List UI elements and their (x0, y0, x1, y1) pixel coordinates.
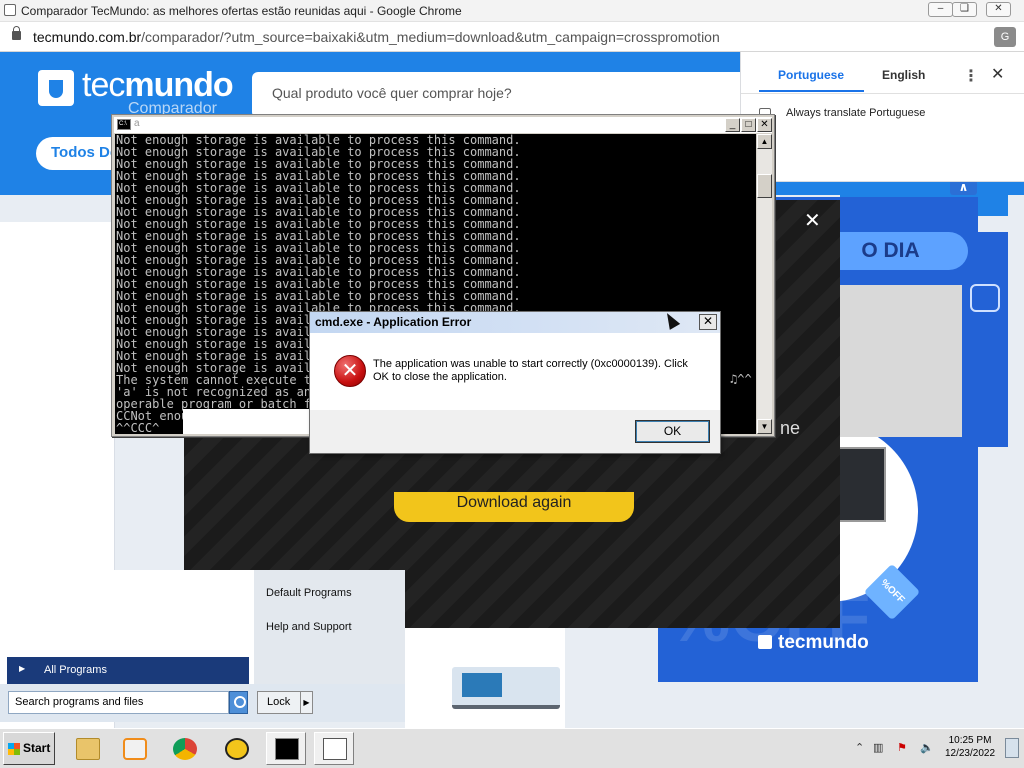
show-desktop-button[interactable] (1005, 738, 1019, 758)
media-player-icon (123, 738, 147, 760)
restore-button[interactable]: ❑ (952, 2, 977, 17)
close-window-button[interactable]: ✕ (986, 2, 1011, 17)
modal-close-icon[interactable]: ✕ (804, 208, 821, 233)
translate-close-icon[interactable]: ✕ (991, 64, 1004, 84)
browser-title-bar: Comparador TecMundo: as melhores ofertas… (0, 0, 1024, 22)
lock-icon[interactable] (12, 26, 21, 40)
dialog-body: ✕ The application was unable to start co… (310, 333, 720, 410)
scroll-thumb[interactable] (757, 174, 772, 198)
grey-placeholder (840, 285, 962, 437)
clock-time: 10:25 PM (948, 735, 992, 746)
browser-window-title: Comparador TecMundo: as melhores ofertas… (21, 4, 462, 18)
minimize-button[interactable]: – (928, 2, 953, 17)
cmd-app-icon: C:\ (117, 119, 131, 130)
translate-popup: Portuguese English ⋮ ✕ Always translate … (740, 52, 1024, 182)
translate-icon[interactable]: G (994, 27, 1016, 47)
modal-side-text: ne (780, 418, 801, 438)
cmd-close-button[interactable]: ✕ (757, 118, 772, 132)
taskbar: Start ⌃ ▥ ⚑ 🔈 10:25 PM 12/23/2022 (0, 728, 1024, 768)
chrome-app-icon (4, 4, 16, 16)
media-player-taskbar-icon[interactable] (114, 732, 154, 765)
app-taskbar-icon[interactable] (216, 732, 256, 765)
all-programs-button[interactable]: All Programs (7, 657, 249, 684)
cmd-window-title: a (134, 118, 140, 129)
cmd-scrollbar[interactable]: ▲ ▼ (757, 134, 772, 434)
product-search-box[interactable] (252, 72, 772, 118)
tecmundo-logo-icon[interactable] (38, 70, 74, 106)
action-center-icon[interactable]: ⚑ (897, 741, 907, 754)
tab-english[interactable]: English (882, 68, 925, 82)
address-bar[interactable]: tecmundo.com.br/comparador/?utm_source=b… (0, 22, 1024, 52)
start-menu-footer: Search programs and files Lock ▶ (0, 684, 405, 722)
cmd-icon (275, 738, 299, 760)
promo-brand-logo: tecmundo (758, 632, 869, 654)
cmd-minimize-button[interactable]: _ (725, 118, 740, 132)
chrome-taskbar-icon[interactable] (164, 732, 204, 765)
scroll-down-arrow[interactable]: ▼ (757, 419, 772, 434)
network-icon[interactable]: ▥ (873, 741, 883, 754)
taskbar-clock[interactable]: 10:25 PM 12/23/2022 (940, 734, 1000, 760)
lock-button-label: Lock (267, 696, 291, 708)
tab-portuguese[interactable]: Portuguese (778, 68, 844, 82)
default-programs-link[interactable]: Default Programs (266, 587, 352, 599)
cmd-maximize-button[interactable]: □ (741, 118, 756, 132)
volume-icon[interactable]: 🔈 (920, 741, 934, 754)
laptop-product-image[interactable] (452, 667, 560, 709)
url-text[interactable]: tecmundo.com.br/comparador/?utm_source=b… (33, 29, 720, 45)
search-icon[interactable] (229, 691, 248, 714)
scroll-up-arrow[interactable]: ▲ (757, 134, 772, 149)
chat-icon[interactable] (970, 284, 1000, 312)
always-translate-label: Always translate Portuguese (786, 107, 926, 119)
cmd-title-bar[interactable]: C:\ a _ □ ✕ (114, 117, 772, 133)
console-selection (183, 409, 313, 434)
dialog-close-button[interactable]: ✕ (699, 314, 717, 330)
lock-options-arrow[interactable]: ▶ (300, 692, 312, 713)
explorer-taskbar-icon[interactable] (67, 732, 107, 765)
ok-button[interactable]: OK (635, 420, 710, 443)
lock-button[interactable]: Lock ▶ (257, 691, 313, 714)
download-again-button[interactable]: Download again (394, 492, 634, 522)
start-button[interactable]: Start (3, 732, 55, 765)
translate-menu-icon[interactable]: ⋮ (963, 66, 979, 86)
error-icon: ✕ (334, 355, 366, 387)
application-error-dialog[interactable]: cmd.exe - Application Error ✕ ✕ The appl… (309, 311, 721, 454)
window-taskbar-icon[interactable] (314, 732, 354, 765)
divider (741, 93, 1024, 94)
yellow-app-icon (225, 738, 249, 760)
dialog-title-bar[interactable]: cmd.exe - Application Error ✕ (310, 312, 720, 333)
window-icon (323, 738, 347, 760)
console-glyph: ♫^^ (730, 372, 752, 386)
product-search-input[interactable] (272, 85, 712, 101)
help-and-support-link[interactable]: Help and Support (266, 621, 352, 633)
start-menu: All Programs Default Programs Help and S… (0, 570, 405, 722)
promo-tv-image (838, 447, 886, 522)
folder-icon (76, 738, 100, 760)
error-message: The application was unable to start corr… (373, 358, 688, 383)
promo-side-strip (978, 232, 1008, 447)
clock-date: 12/23/2022 (944, 748, 996, 759)
show-hidden-icons[interactable]: ⌃ (855, 741, 864, 754)
dialog-title: cmd.exe - Application Error (315, 315, 472, 329)
active-tab-underline (759, 90, 864, 92)
start-search-input[interactable]: Search programs and files (8, 691, 229, 714)
chrome-icon (173, 738, 197, 760)
cmd-taskbar-icon[interactable] (266, 732, 306, 765)
